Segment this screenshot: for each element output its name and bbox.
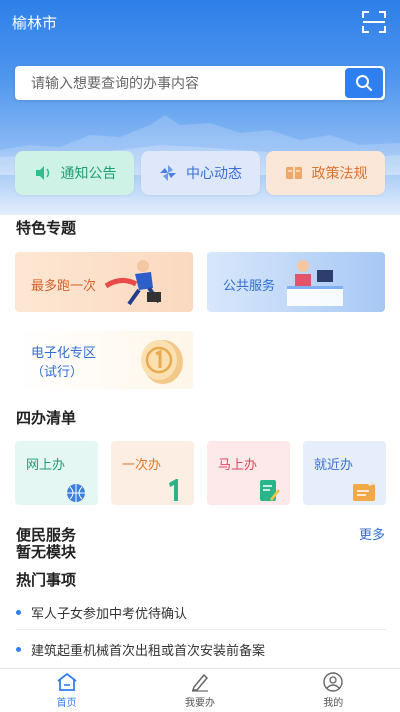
tab-label: 我的 [323, 698, 344, 709]
tab-apply[interactable]: 我要办 [160, 672, 240, 709]
tab-mine[interactable]: 我的 [293, 672, 373, 709]
featured-title: 特色专题 [16, 219, 77, 237]
tab-label: 首页 [56, 698, 77, 709]
four-lists-title: 四办清单 [16, 409, 77, 427]
feature-card-run-once[interactable]: 最多跑一次 [15, 252, 193, 312]
feature-card-label-line1: 电子化专区 [31, 346, 97, 361]
list-item-text: 建筑起重机械首次出租或首次安装前备案 [31, 643, 266, 659]
feature-card-label-line2: （试行） [31, 365, 84, 380]
four-card-label: 一次办 [122, 458, 162, 473]
quick-link-policy[interactable]: 政策法规 [266, 151, 385, 195]
city-selector[interactable]: 榆林市 [12, 12, 57, 33]
tab-label: 我要办 [184, 698, 215, 709]
quick-link-label: 中心动态 [186, 166, 242, 182]
search-icon [356, 75, 372, 91]
document-edit-icon [260, 480, 280, 501]
coin-icon [141, 340, 183, 384]
speaker-icon [33, 163, 53, 183]
list-item[interactable]: 建筑起重机械首次出租或首次安装前备案 [16, 633, 386, 665]
search-button[interactable] [345, 68, 383, 98]
four-card-label: 就近办 [314, 458, 354, 473]
bullet-dot-icon [16, 646, 21, 652]
bottom-tab-bar: 首页 我要办 我的 [0, 668, 400, 712]
four-card-nearby[interactable]: 就近办 [303, 441, 386, 505]
more-link[interactable]: 更多 [359, 524, 385, 543]
service-desk-illustration [287, 260, 343, 306]
four-card-label: 马上办 [218, 458, 258, 473]
feature-card-label: 公共服务 [223, 279, 276, 294]
feature-card-label: 电子化专区 （试行） [31, 344, 96, 382]
scan-icon[interactable] [360, 8, 388, 36]
book-icon [284, 163, 304, 183]
quick-link-news[interactable]: 中心动态 [140, 151, 260, 195]
folder-icon [353, 481, 375, 501]
feature-card-label: 最多跑一次 [31, 279, 97, 294]
feature-card-electronic-zone[interactable]: 电子化专区 （试行） [15, 331, 193, 389]
list-item-text: 军人子女参加中考优待确认 [31, 606, 188, 622]
quick-links: 通知公告 中心动态 政策法规 [15, 151, 385, 195]
empty-module-text: 暂无模块 [16, 543, 77, 561]
pen-icon [189, 672, 211, 692]
number-one-icon [169, 479, 178, 501]
search-input[interactable]: 请输入想要查询的办事内容 [15, 73, 345, 93]
quick-link-notices[interactable]: 通知公告 [15, 151, 134, 195]
four-card-label: 网上办 [26, 458, 66, 473]
user-icon [322, 672, 344, 692]
home-icon [56, 672, 78, 692]
running-man-illustration [104, 260, 161, 306]
feature-card-public-service[interactable]: 公共服务 [207, 252, 385, 312]
four-card-online[interactable]: 网上办 [15, 441, 98, 505]
search-bar[interactable]: 请输入想要查询的办事内容 [15, 66, 385, 100]
globe-icon [67, 484, 85, 502]
quick-link-label: 通知公告 [60, 166, 117, 182]
four-card-immediate[interactable]: 马上办 [207, 441, 290, 505]
four-card-once[interactable]: 一次办 [111, 441, 194, 505]
hot-items-title: 热门事项 [16, 571, 77, 589]
bullet-dot-icon [16, 609, 21, 615]
pinwheel-icon [158, 163, 178, 183]
top-bar: 榆林市 [0, 0, 400, 44]
quick-link-label: 政策法规 [311, 166, 368, 182]
list-item[interactable]: 军人子女参加中考优待确认 [16, 596, 386, 628]
divider [16, 629, 386, 630]
tab-home[interactable]: 首页 [27, 672, 107, 709]
